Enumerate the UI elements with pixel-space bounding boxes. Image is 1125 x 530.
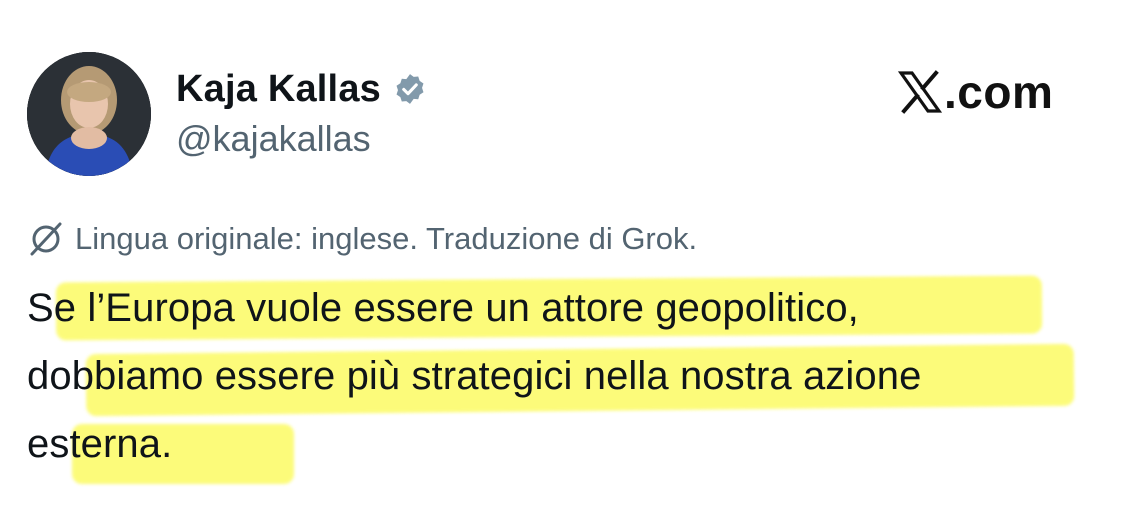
tweet-line-2: dobbiamo essere più strategici nella nos…	[27, 354, 922, 398]
verified-badge-icon	[393, 72, 427, 106]
brand-text: .com	[944, 66, 1054, 118]
author-handle[interactable]: @kajakallas	[176, 118, 371, 160]
translation-notice: Lingua originale: inglese. Traduzione di…	[27, 216, 697, 262]
tweet-line-3: esterna.	[27, 422, 173, 466]
grok-icon	[27, 220, 65, 258]
tweet-line-1: Se l’Europa vuole essere un attore geopo…	[27, 286, 859, 330]
author-name[interactable]: Kaja Kallas	[176, 68, 381, 111]
author-name-row: Kaja Kallas	[176, 66, 427, 112]
translation-note[interactable]: Lingua originale: inglese. Traduzione di…	[75, 221, 697, 257]
x-logo-icon	[897, 70, 943, 114]
brand-watermark: .com	[897, 64, 1054, 120]
tweet-text: Se l’Europa vuole essere un attore geopo…	[27, 274, 1107, 478]
avatar-portrait	[27, 52, 151, 176]
avatar[interactable]	[27, 52, 151, 176]
